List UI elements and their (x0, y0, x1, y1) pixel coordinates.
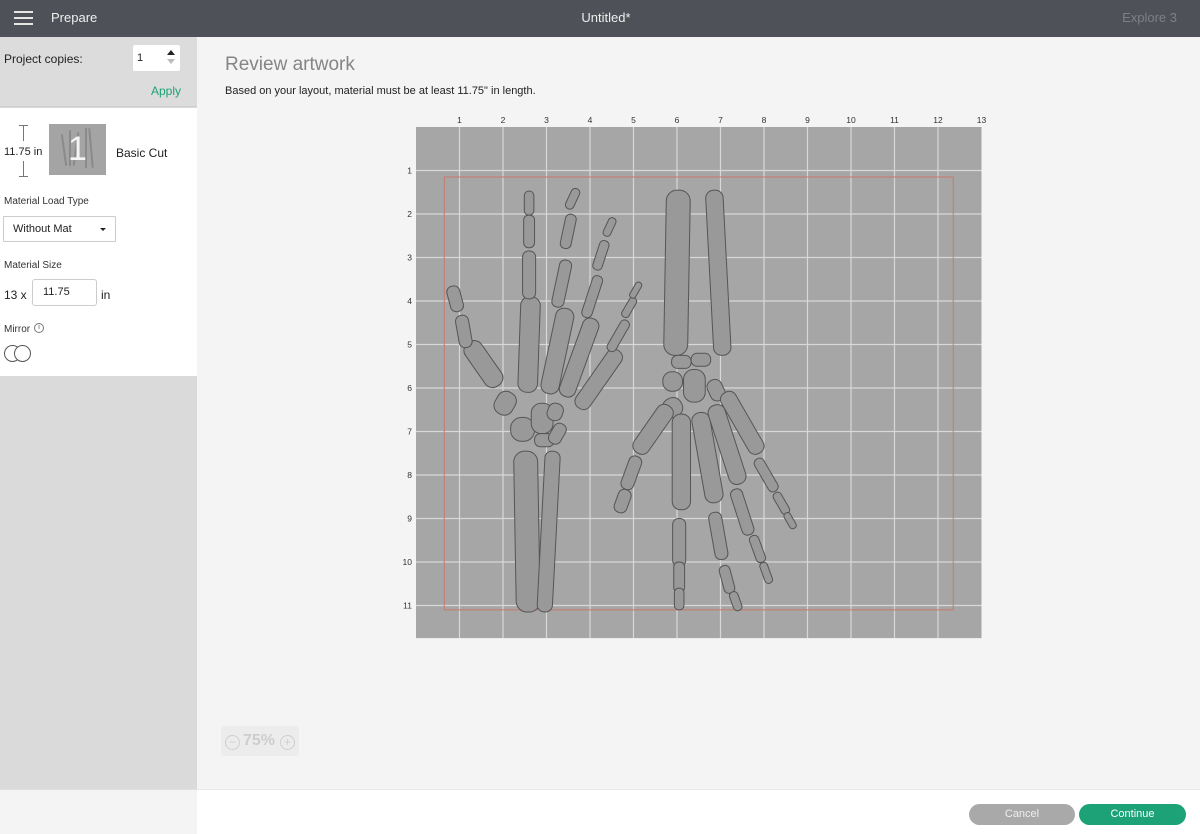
y-tick-label: 4 (407, 296, 412, 306)
y-tick-label: 1 (407, 166, 412, 176)
mat-thumbnail[interactable]: 1 (49, 124, 106, 175)
zoom-out-icon[interactable]: − (225, 735, 240, 750)
x-tick-label: 3 (544, 115, 549, 125)
sidebar: Project copies: 1 Apply 11.75 in 1 Basic… (0, 37, 197, 789)
y-tick-label: 2 (407, 209, 412, 219)
mat-number: 1 (68, 130, 87, 168)
page-title: Review artwork (225, 54, 355, 75)
x-tick-label: 4 (588, 115, 593, 125)
x-tick-label: 5 (631, 115, 636, 125)
y-tick-label: 11 (403, 601, 412, 611)
x-tick-label: 7 (718, 115, 723, 125)
bone-shape (690, 352, 712, 367)
x-tick-label: 10 (846, 115, 856, 125)
project-copies-value[interactable]: 1 (137, 52, 143, 64)
x-tick-label: 11 (890, 115, 899, 125)
bone-shape (683, 369, 706, 403)
continue-button[interactable]: Continue (1079, 804, 1186, 825)
x-tick-label: 13 (977, 115, 987, 125)
material-load-type-select[interactable]: Without Mat (3, 216, 116, 242)
mat-settings-panel: 11.75 in 1 Basic Cut Material Load Type … (0, 108, 197, 376)
bone-shape (672, 518, 687, 567)
info-icon[interactable]: i (34, 323, 44, 333)
y-tick-label: 3 (407, 253, 412, 263)
bone-shape (523, 190, 535, 216)
zoom-level: 75% (243, 732, 276, 749)
cancel-button[interactable]: Cancel (969, 804, 1075, 825)
project-copies-label: Project copies: (4, 52, 83, 66)
bone-shape (662, 371, 683, 392)
mat-preview[interactable]: 1 2 3 4 5 6 7 8 9 10 11 12 13 1 2 3 4 5 6 7 8 9 10 11 (390, 110, 1000, 650)
bone-shape (522, 250, 537, 300)
bone-shape (513, 450, 541, 613)
material-load-type-value: Without Mat (13, 223, 72, 235)
mat-canvas[interactable]: 1 2 3 4 5 6 7 8 9 10 11 12 131234567891011 (390, 110, 1000, 650)
material-size-label: Material Size (4, 260, 62, 271)
increment-arrow-icon[interactable] (167, 50, 175, 55)
sidebar-footer (0, 789, 197, 834)
material-width: 13 x (4, 288, 27, 302)
bone-shape (523, 214, 536, 249)
project-copies-section: Project copies: 1 Apply (0, 37, 197, 107)
mirror-toggle[interactable] (4, 345, 31, 362)
x-tick-label: 6 (675, 115, 680, 125)
machine-name[interactable]: Explore 3 (1122, 10, 1177, 25)
decrement-arrow-icon[interactable] (167, 59, 175, 64)
y-tick-label: 6 (407, 383, 412, 393)
bone-shape (671, 354, 692, 369)
x-tick-label: 8 (762, 115, 767, 125)
material-length-notice: Based on your layout, material must be a… (225, 85, 536, 97)
y-tick-label: 5 (407, 340, 412, 350)
x-tick-label: 1 (457, 115, 462, 125)
footer: Cancel Continue (197, 789, 1200, 834)
y-tick-label: 8 (407, 470, 412, 480)
apply-button[interactable]: Apply (151, 84, 181, 98)
bone-shape (663, 189, 691, 356)
bone-shape (673, 587, 685, 611)
zoom-in-icon[interactable]: + (280, 735, 295, 750)
project-title: Untitled* (581, 10, 631, 25)
mirror-label: Mirror (4, 324, 31, 335)
mat-name: Basic Cut (116, 146, 168, 160)
material-length-input[interactable]: 11.75 (32, 279, 97, 306)
top-bar: Prepare Untitled* Explore 3 (0, 0, 1200, 37)
chevron-down-icon (100, 228, 106, 231)
x-tick-label: 12 (933, 115, 943, 125)
material-load-type-label: Material Load Type (4, 196, 89, 207)
material-size-unit: in (101, 288, 111, 302)
x-tick-label: 9 (805, 115, 810, 125)
bone-shape (671, 413, 691, 511)
bone-shape (517, 296, 541, 393)
y-tick-label: 10 (403, 557, 413, 567)
y-tick-label: 7 (407, 427, 412, 437)
mat-length-label: 11.75 in (4, 146, 43, 158)
x-tick-label: 2 (501, 115, 506, 125)
project-copies-stepper[interactable]: 1 (133, 45, 180, 71)
y-tick-label: 9 (407, 514, 412, 524)
zoom-control: − 75% + (221, 726, 299, 756)
